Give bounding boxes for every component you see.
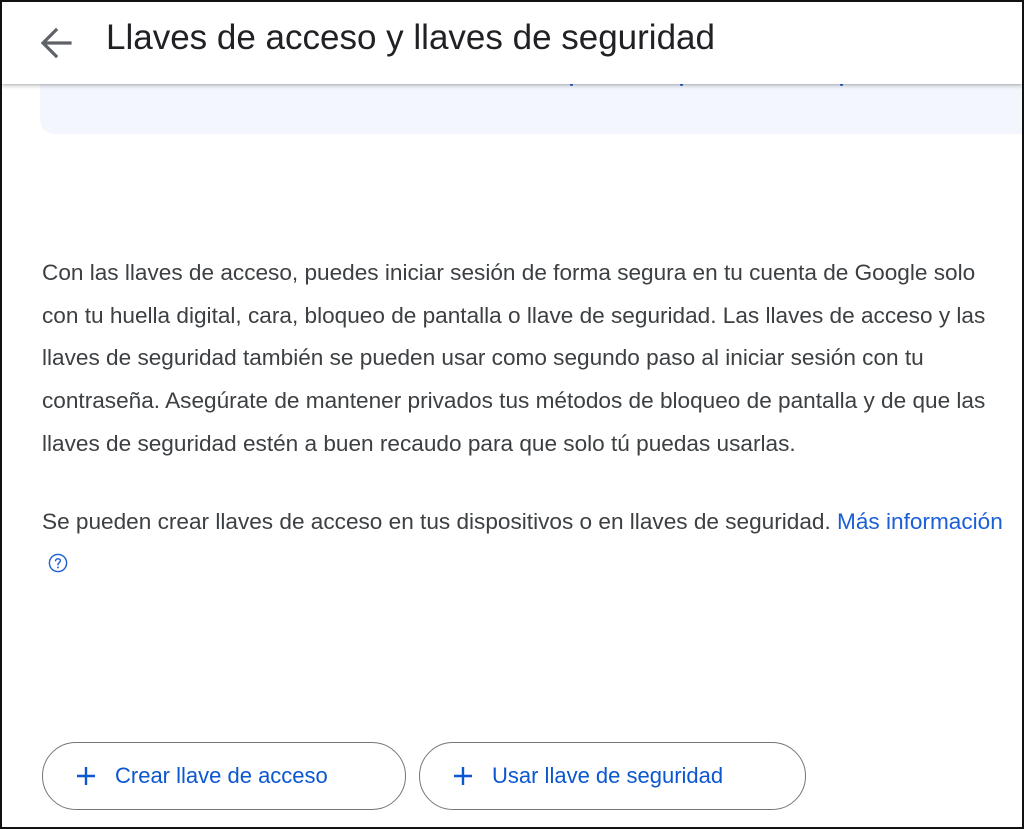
app-header: Llaves de acceso y llaves de seguridad xyxy=(2,2,1022,84)
plus-icon xyxy=(452,765,474,787)
plus-icon xyxy=(75,765,97,787)
help-circle-icon xyxy=(48,545,68,588)
arrow-back-icon xyxy=(40,27,72,59)
use-security-key-button[interactable]: Usar llave de seguridad xyxy=(419,742,806,810)
description-paragraph: Con las llaves de acceso, puedes iniciar… xyxy=(42,260,986,456)
info-paragraph: Se pueden crear llaves de acceso en tus … xyxy=(42,501,1007,588)
page-title: Llaves de acceso y llaves de seguridad xyxy=(106,18,715,57)
create-passkey-button[interactable]: Crear llave de acceso xyxy=(42,742,406,810)
back-button[interactable] xyxy=(32,19,80,67)
create-passkey-label: Crear llave de acceso xyxy=(115,763,328,788)
app-window: Llaves de acceso y llaves de seguridad C… xyxy=(0,0,1024,829)
more-info-label: Más información xyxy=(837,508,1003,534)
use-security-key-label: Usar llave de seguridad xyxy=(492,763,724,788)
info-text: Se pueden crear llaves de acceso en tus … xyxy=(42,508,831,534)
main-content: Con las llaves de acceso, puedes iniciar… xyxy=(42,252,1007,588)
